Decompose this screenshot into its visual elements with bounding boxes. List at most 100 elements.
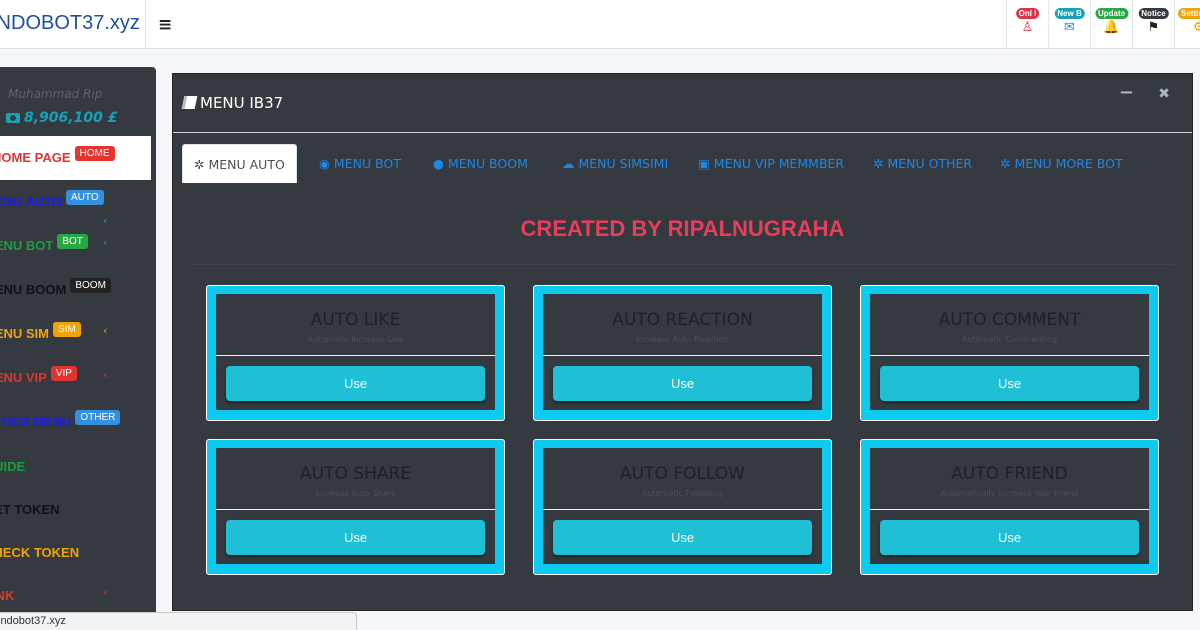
use-button-auto-reaction[interactable]: Use xyxy=(553,366,812,401)
brand-title[interactable]: INDOBOT37.xyz xyxy=(0,0,146,49)
notice-nav[interactable]: Notice ⚑ xyxy=(1132,0,1174,49)
tab-label: MENU OTHER xyxy=(887,156,973,171)
balance-value: 8,906,100 £ xyxy=(24,110,118,126)
user-icon: ♙ xyxy=(1021,20,1034,35)
feature-subtitle: Automatically Increase Your Friend xyxy=(940,489,1079,498)
money-icon xyxy=(6,113,20,123)
tab-menu-vip-member[interactable]: ▣ MENU VIP MEMMBER xyxy=(698,144,844,183)
feature-card-auto-share: AUTO SHARE Increase Auto Share Use xyxy=(206,439,505,575)
sidebar-item-label: HOME PAGE xyxy=(0,150,71,165)
online-badge: Onl l xyxy=(1015,8,1040,19)
tab-label: MENU AUTO xyxy=(208,157,285,172)
feature-title: AUTO REACTION xyxy=(612,310,753,330)
sidebar-item-menu-sim[interactable]: MENU SIM SIM xyxy=(0,322,81,343)
panel-header: MENU IB37 − ✖ xyxy=(173,74,1192,133)
home-badge: HOME xyxy=(74,146,115,161)
hamburger-menu-icon[interactable]: ≡ xyxy=(158,15,172,35)
tab-label: MENU SIMSIMI xyxy=(578,156,669,171)
feature-title: AUTO SHARE xyxy=(300,464,411,484)
money-icon: ▣ xyxy=(698,156,710,171)
use-button-auto-share[interactable]: Use xyxy=(226,520,485,555)
tab-label: MENU BOT xyxy=(333,156,401,171)
sidebar-item-label: MENU SIM xyxy=(0,326,49,341)
sidebar-item-home[interactable]: HOME PAGEHOME xyxy=(0,146,115,167)
other-badge: OTHER xyxy=(75,410,121,425)
use-button-auto-like[interactable]: Use xyxy=(226,366,485,401)
asterisk-icon: ✲ xyxy=(873,156,884,171)
chevron-left-icon: ‹ xyxy=(103,368,108,381)
status-bar-url: indobot37.xyz xyxy=(0,612,357,630)
close-icon[interactable]: ✖ xyxy=(1158,86,1170,102)
notice-badge: Notice xyxy=(1138,8,1169,19)
bell-icon: 🔔 xyxy=(1103,20,1120,35)
feature-title: AUTO FOLLOW xyxy=(620,464,745,484)
settings-badge: Settin xyxy=(1178,8,1200,19)
tab-menu-auto[interactable]: ✲ MENU AUTO xyxy=(182,144,297,183)
settings-nav[interactable]: Settin ⚙ xyxy=(1174,0,1200,49)
tab-menu-simsimi[interactable]: ☁ MENU SIMSIMI xyxy=(562,144,668,183)
chevron-left-icon: ‹ xyxy=(103,236,108,249)
tab-label: MENU VIP MEMMBER xyxy=(713,156,845,171)
new-messages-nav[interactable]: New B ✉ xyxy=(1048,0,1090,49)
sidebar-item-label: MENU AUTO xyxy=(0,194,62,209)
use-button-auto-follow[interactable]: Use xyxy=(553,520,812,555)
feature-card-auto-comment: AUTO COMMENT Automatic Commenting Use xyxy=(860,285,1159,421)
sidebar-item-menu-vip[interactable]: MENU VIPVIP xyxy=(0,366,77,387)
menu-tabs: ✲ MENU AUTO ◉ MENU BOT ● MENU BOOM ☁ MEN… xyxy=(182,144,1182,184)
sim-badge: SIM xyxy=(53,322,81,337)
user-name: Muhammad Rip xyxy=(8,87,103,101)
feature-subtitle: Automatic Following xyxy=(641,489,724,498)
flag-icon: ⚑ xyxy=(1147,20,1160,35)
feature-card-auto-friend: AUTO FRIEND Automatically Increase Your … xyxy=(860,439,1159,575)
bot-badge: BOT xyxy=(57,234,88,249)
updates-nav[interactable]: Update 🔔 xyxy=(1090,0,1132,49)
sidebar-item-menu-auto[interactable]: MENU AUTO AUTO xyxy=(0,190,104,211)
feature-card-auto-reaction: AUTO REACTION Increase Auto Reaction Use xyxy=(533,285,832,421)
feature-card-auto-like: AUTO LIKE Automatic Increase Like Use xyxy=(206,285,505,421)
menu-panel: MENU IB37 − ✖ ✲ MENU AUTO ◉ MENU BOT ● M… xyxy=(172,73,1193,611)
tab-label: MENU MORE BOT xyxy=(1014,156,1123,171)
sidebar-item-label: MENU VIP xyxy=(0,370,47,385)
panel-title-text: MENU IB37 xyxy=(200,94,284,112)
new-badge: New B xyxy=(1054,8,1085,19)
chevron-left-icon: ‹ xyxy=(103,214,108,227)
feature-subtitle: Increase Auto Reaction xyxy=(636,335,729,344)
tab-label: MENU BOOM xyxy=(447,156,528,171)
tab-menu-more-bot[interactable]: ✲ MENU MORE BOT xyxy=(1000,144,1123,183)
sidebar-item-other-menu[interactable]: OTHER MENUOTHER xyxy=(0,410,121,431)
feature-subtitle: Automatic Increase Like xyxy=(307,335,404,344)
bomb-icon: ● xyxy=(433,156,444,171)
sidebar-item-link[interactable]: LINK xyxy=(0,588,14,603)
use-button-auto-friend[interactable]: Use xyxy=(880,520,1139,555)
chevron-left-icon: ‹ xyxy=(103,586,108,599)
feature-title: AUTO COMMENT xyxy=(938,310,1081,330)
feature-title: AUTO LIKE xyxy=(310,310,401,330)
boom-badge: BOOM xyxy=(70,278,111,293)
balance: 8,906,100 £ xyxy=(6,110,117,126)
divider xyxy=(191,264,1174,265)
asterisk-icon: ✲ xyxy=(1000,156,1011,171)
sidebar-item-get-token[interactable]: GET TOKEN xyxy=(0,502,60,517)
sidebar-item-menu-boom[interactable]: MENU BOOMBOOM xyxy=(0,278,111,299)
tab-menu-boom[interactable]: ● MENU BOOM xyxy=(433,144,528,183)
sidebar-item-label: OTHER MENU xyxy=(0,414,72,429)
tab-menu-other[interactable]: ✲ MENU OTHER xyxy=(873,144,972,183)
use-button-auto-comment[interactable]: Use xyxy=(880,366,1139,401)
feature-subtitle: Increase Auto Share xyxy=(315,489,396,498)
online-users-nav[interactable]: Onl l ♙ xyxy=(1006,0,1048,49)
envelope-icon: ✉ xyxy=(1064,20,1075,35)
sidebar-item-guide[interactable]: GUIDE xyxy=(0,459,25,474)
chevron-left-icon: ‹ xyxy=(103,324,108,337)
auto-badge: AUTO xyxy=(66,190,104,205)
minimize-icon[interactable]: − xyxy=(1119,82,1134,103)
tab-menu-bot[interactable]: ◉ MENU BOT xyxy=(319,144,401,183)
gear-icon: ⚙ xyxy=(1193,20,1200,35)
chat-icon: ☁ xyxy=(562,156,575,171)
credit-heading: CREATED BY RIPALNUGRAHA xyxy=(520,216,845,241)
vip-badge: VIP xyxy=(50,366,77,381)
asterisk-icon: ✲ xyxy=(194,157,205,172)
feature-card-auto-follow: AUTO FOLLOW Automatic Following Use xyxy=(533,439,832,575)
sidebar-item-check-token[interactable]: CHECK TOKEN xyxy=(0,545,79,560)
sidebar-item-menu-bot[interactable]: MENU BOTBOT xyxy=(0,234,88,255)
feature-subtitle: Automatic Commenting xyxy=(961,335,1058,344)
